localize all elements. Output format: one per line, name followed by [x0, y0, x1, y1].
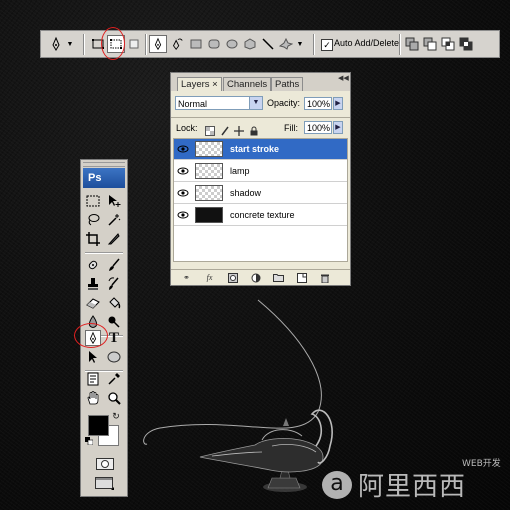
- work-path-stroke: [143, 299, 322, 445]
- artwork-layer: [143, 299, 333, 492]
- watermark-logo-icon: a: [322, 471, 352, 499]
- watermark-small: WEB开发: [462, 459, 501, 469]
- magic-lamp-illustration: [199, 409, 333, 492]
- watermark-large: 阿里西西: [358, 472, 467, 502]
